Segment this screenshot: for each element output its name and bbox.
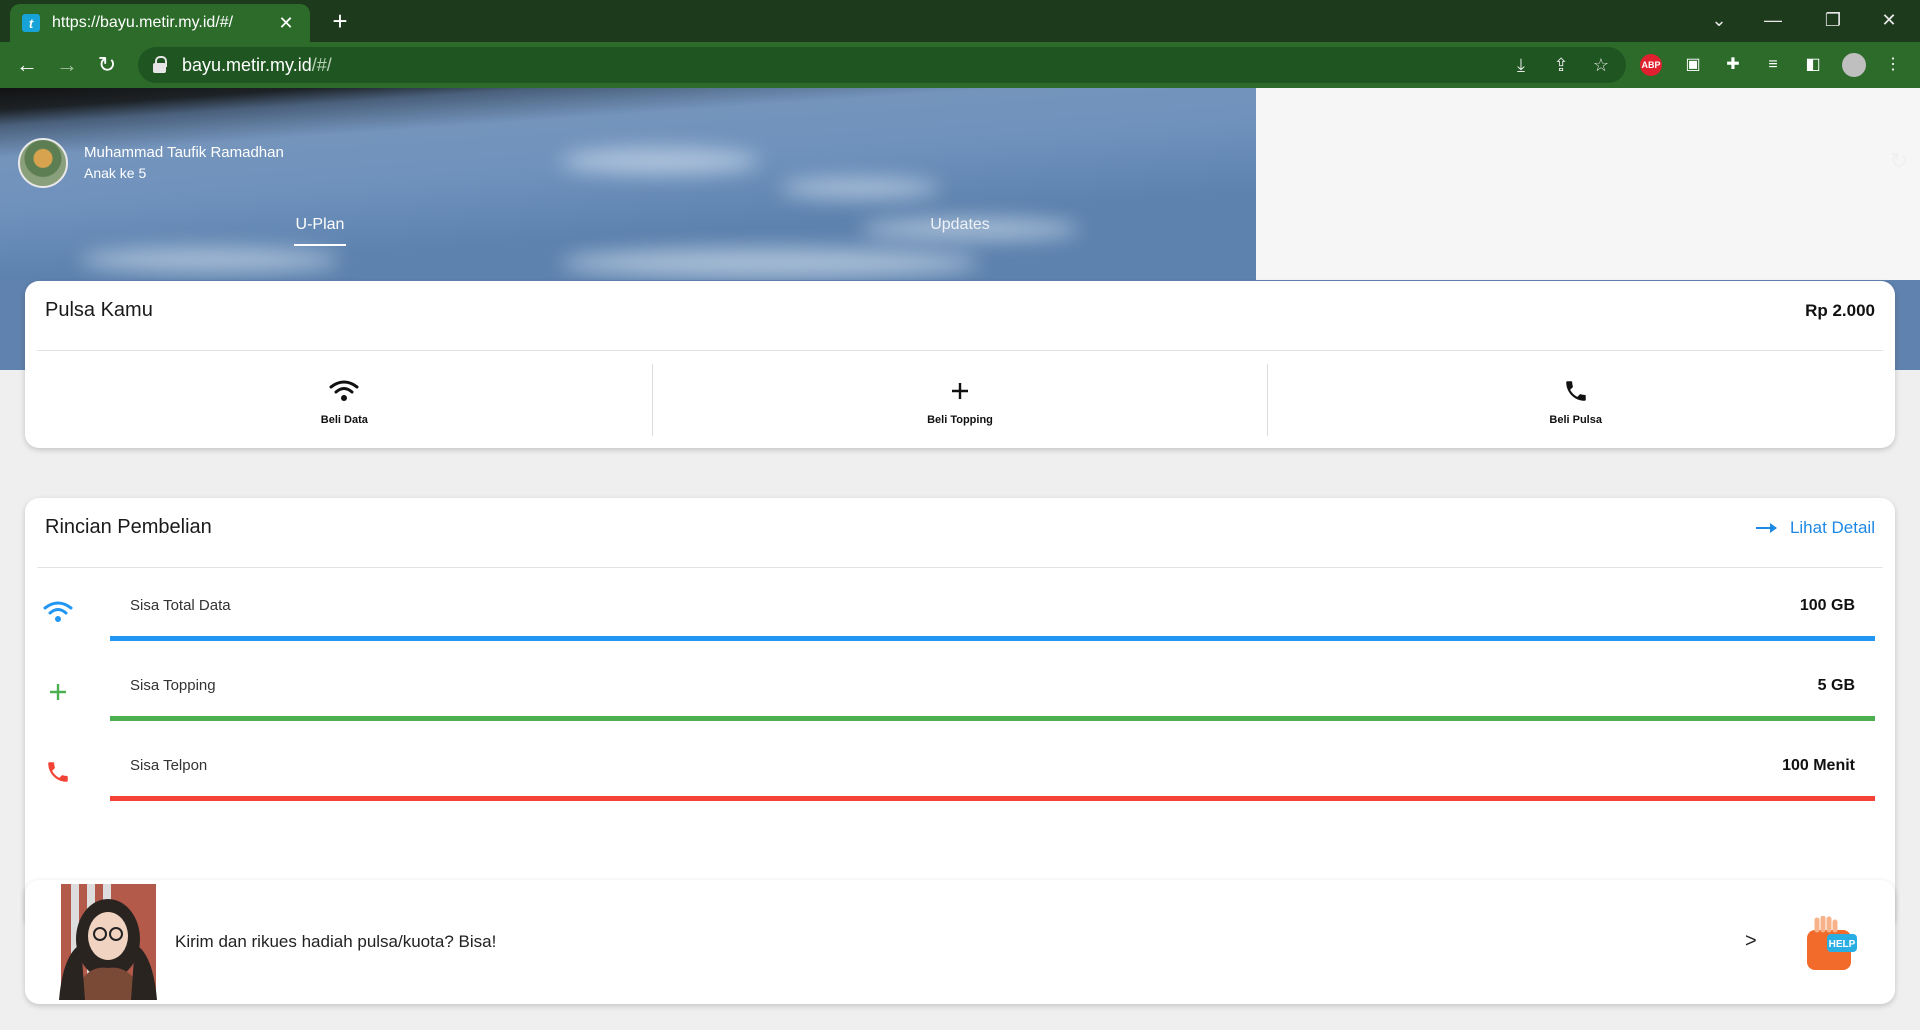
user-subtitle: Anak ke 5 [84, 165, 147, 181]
browser-tab-strip: t https://bayu.metir.my.id/#/ ✕ + ⌄ — ❐ … [0, 0, 1920, 42]
browser-tab[interactable]: t https://bayu.metir.my.id/#/ ✕ [10, 4, 310, 42]
rincian-card: Rincian Pembelian Lihat Detail Sisa Tota… [25, 498, 1895, 930]
menu-kebab-icon[interactable]: ⋮ [1880, 52, 1906, 78]
usage-label: Sisa Telpon [130, 757, 208, 774]
new-tab-button[interactable]: + [326, 8, 354, 36]
chevron-right-icon[interactable]: > [1745, 930, 1757, 953]
sidepanel-icon[interactable]: ◧ [1800, 52, 1826, 78]
promo-illustration [53, 884, 163, 1000]
refresh-icon[interactable]: ↻ [1890, 148, 1908, 174]
beli-pulsa-label: Beli Pulsa [1549, 414, 1602, 426]
tab-u-plan[interactable]: U-Plan [294, 216, 346, 246]
abp-icon[interactable]: ABP [1640, 54, 1662, 76]
tab-close-icon[interactable]: ✕ [274, 13, 298, 34]
plus-icon [949, 374, 971, 408]
usage-bar [110, 796, 1875, 801]
pulsa-card: Pulsa Kamu Rp 2.000 Beli Data Beli Toppi… [25, 281, 1895, 448]
avatar [18, 138, 68, 188]
puzzle-icon[interactable]: ✚ [1720, 52, 1746, 78]
url-path: /#/ [311, 54, 332, 75]
divider [37, 567, 1883, 568]
profile-avatar[interactable] [1842, 53, 1866, 77]
usage-row: Sisa Total Data 100 GB [25, 583, 1895, 663]
usage-value: 100 Menit [1782, 757, 1855, 774]
lihat-detail-link[interactable]: Lihat Detail [1755, 517, 1875, 538]
pulsa-actions: Beli Data Beli Topping Beli Pulsa [37, 364, 1883, 436]
browser-toolbar: ← → ↻ bayu.metir.my.id/#/ ⤓ ⇪ ☆ ABP ▣ ✚ … [0, 42, 1920, 88]
phone-icon [43, 757, 73, 787]
help-icon[interactable]: HELP [1805, 915, 1857, 972]
arrow-right-icon [1755, 522, 1777, 533]
playlist-icon[interactable]: ≡ [1760, 52, 1786, 78]
usage-value: 5 GB [1817, 677, 1855, 694]
restore-button[interactable]: ❐ [1810, 6, 1856, 34]
pulsa-title: Pulsa Kamu [45, 299, 153, 321]
usage-row: Sisa Topping 5 GB [25, 663, 1895, 743]
plus-icon [43, 677, 73, 707]
share-icon[interactable]: ⇪ [1546, 50, 1576, 80]
hero-right-panel: ↻ [1256, 88, 1920, 280]
bookmark-star-icon[interactable]: ☆ [1586, 50, 1616, 80]
beli-data-button[interactable]: Beli Data [37, 364, 653, 436]
usage-bar [110, 636, 1875, 641]
hero-banner: Muhammad Taufik Ramadhan Anak ke 5 U-Pla… [0, 88, 1256, 280]
usage-bar-fill [110, 636, 1875, 641]
divider [37, 350, 1883, 351]
usage-bar-fill [110, 796, 1875, 801]
install-icon[interactable]: ⤓ [1506, 50, 1536, 80]
lock-icon[interactable] [152, 56, 168, 74]
help-label: HELP [1829, 939, 1856, 950]
beli-data-label: Beli Data [320, 414, 368, 426]
promo-card[interactable]: Kirim dan rikues hadiah pulsa/kuota? Bis… [25, 880, 1895, 1004]
user-profile[interactable]: Muhammad Taufik Ramadhan Anak ke 5 [18, 138, 284, 188]
usage-row: Sisa Telpon 100 Menit [25, 743, 1895, 823]
reload-button[interactable]: ↻ [92, 50, 122, 80]
beli-topping-label: Beli Topping [927, 414, 993, 426]
usage-value: 100 GB [1799, 597, 1855, 614]
address-bar[interactable]: bayu.metir.my.id/#/ ⤓ ⇪ ☆ [138, 47, 1626, 83]
tab-title: https://bayu.metir.my.id/#/ [52, 14, 234, 31]
lihat-detail-label: Lihat Detail [1789, 517, 1875, 537]
phone-icon [1563, 374, 1589, 408]
pulsa-amount: Rp 2.000 [1805, 300, 1875, 320]
usage-label: Sisa Total Data [130, 597, 231, 614]
tab-updates[interactable]: Updates [900, 216, 1020, 234]
wifi-icon [43, 597, 73, 627]
close-window-button[interactable]: ✕ [1866, 6, 1912, 34]
site-favicon-icon: t [22, 14, 40, 32]
usage-bar [110, 716, 1875, 721]
beli-pulsa-button[interactable]: Beli Pulsa [1268, 364, 1883, 436]
promo-text: Kirim dan rikues hadiah pulsa/kuota? Bis… [175, 932, 497, 951]
minimize-button[interactable]: — [1750, 6, 1796, 34]
back-button[interactable]: ← [12, 50, 42, 80]
page-content: Muhammad Taufik Ramadhan Anak ke 5 U-Pla… [0, 88, 1920, 1030]
usage-bar-fill [110, 716, 1875, 721]
tab-search-icon[interactable]: ⌄ [1696, 6, 1742, 34]
url-host: bayu.metir.my.id [182, 54, 312, 75]
rincian-title: Rincian Pembelian [45, 516, 212, 538]
usage-label: Sisa Topping [130, 677, 216, 694]
reader-icon[interactable]: ▣ [1680, 52, 1706, 78]
beli-topping-button[interactable]: Beli Topping [653, 364, 1269, 436]
forward-button[interactable]: → [52, 50, 82, 80]
wifi-icon [329, 374, 359, 408]
user-name: Muhammad Taufik Ramadhan [84, 144, 284, 161]
